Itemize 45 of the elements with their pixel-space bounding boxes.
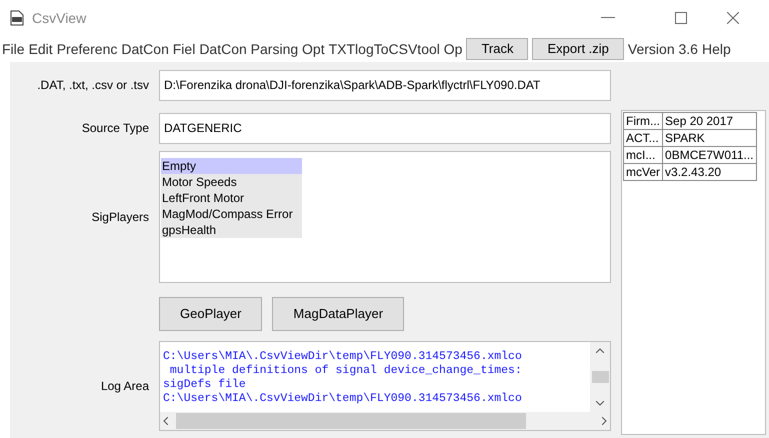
menu-item[interactable]: DatCon Parsing Opt — [197, 38, 327, 60]
table-cell: ACT... — [624, 130, 663, 146]
window-title: CsvView — [32, 8, 86, 28]
minimize-icon[interactable] — [601, 17, 615, 19]
field-label: Source Type — [80, 120, 149, 137]
field-label: Log Area — [100, 378, 149, 395]
log-text: C:\Users\MIA\.CsvViewDir\temp\FLY090.314573456.xmlco multiple definitions of signal device_change_times: sigDefs file C:\Users\MIA\.CsvViewDir\temp\FLY090.314573456.xmlco — [162, 349, 523, 407]
document-icon — [10, 10, 24, 26]
player-button[interactable]: GeoPlayer — [159, 297, 262, 331]
horizontal-scrollbar[interactable] — [160, 412, 610, 430]
menu-item[interactable]: Preferenc — [54, 38, 120, 60]
field-label: .DAT, .txt, .csv or .tsv — [36, 77, 149, 94]
player-button[interactable]: MagDataPlayer — [272, 297, 404, 331]
list-item[interactable]: Empty — [161, 158, 302, 174]
close-icon[interactable] — [727, 12, 739, 24]
menu-item[interactable]: Help — [700, 38, 733, 60]
field-label: SigPlayers — [90, 209, 149, 226]
table-cell: Firm... — [624, 112, 663, 130]
toolbar-button[interactable]: Export .zip — [532, 38, 624, 60]
vertical-scrollbar[interactable] — [590, 342, 610, 412]
list-item[interactable]: gpsHealth — [161, 222, 302, 238]
menu-item[interactable]: Edit — [26, 38, 55, 60]
table-cell: SPARK — [662, 130, 756, 146]
chevron-right-icon[interactable] — [602, 417, 607, 425]
list-item[interactable]: Motor Speeds — [161, 174, 302, 190]
table-cell: 0BMCE7W011... — [662, 146, 756, 164]
table-cell: mcI... — [624, 146, 663, 164]
source-type-field[interactable]: DATGENERIC — [159, 112, 611, 144]
chevron-down-icon[interactable] — [596, 401, 604, 406]
list-item[interactable]: LeftFront Motor — [161, 190, 302, 206]
chevron-up-icon[interactable] — [596, 348, 604, 353]
table-cell: mcVer — [624, 164, 663, 180]
file-path-field[interactable]: D:\Forenzika drona\DJI-forenzika\Spark\ADB-Spark\flyctrl\FLY090.DAT — [159, 70, 611, 100]
scrollbar-thumb[interactable] — [176, 413, 526, 429]
maximize-icon[interactable] — [675, 12, 687, 24]
menu-item[interactable]: Version 3.6 — [626, 38, 700, 60]
menu-item[interactable]: DatCon Fiel — [119, 38, 198, 60]
list-item[interactable]: MagMod/Compass Error — [161, 206, 302, 222]
menu-item[interactable]: File — [0, 38, 27, 60]
toolbar-button[interactable]: Track — [466, 38, 528, 60]
table-cell: v3.2.43.20 — [662, 164, 756, 180]
scrollbar-thumb[interactable] — [592, 371, 608, 383]
menu-item[interactable]: TXTlogToCSVtool Op — [326, 38, 464, 60]
table-cell: Sep 20 2017 — [662, 112, 756, 130]
chevron-left-icon[interactable] — [163, 417, 168, 425]
